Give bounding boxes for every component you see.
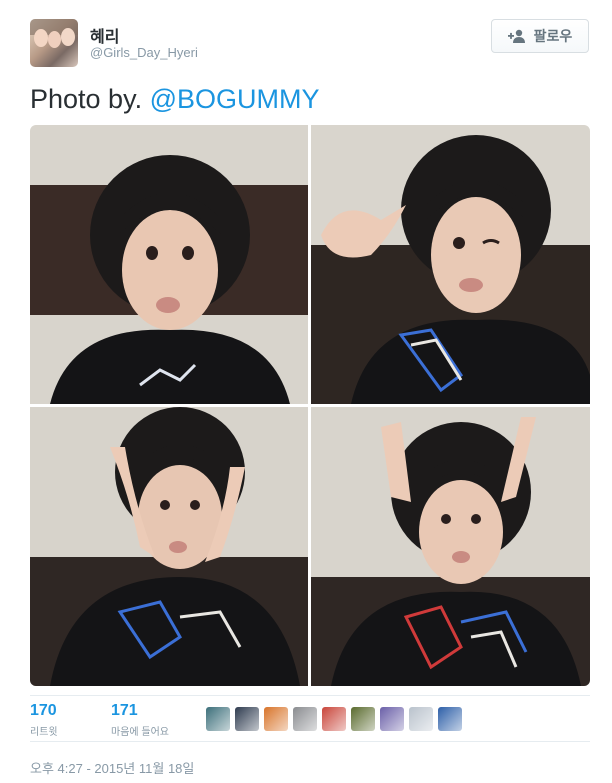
liker-avatar-6[interactable] [351,707,375,731]
liker-avatar-2[interactable] [235,707,259,731]
liker-avatar-8[interactable] [409,707,433,731]
photo-bottom-left[interactable] [30,407,308,686]
photo-grid [30,125,590,686]
tweet-text-prefix: Photo by. [30,84,143,114]
like-label: 마음에 들어요 [111,727,169,738]
user-handle[interactable]: @Girls_Day_Hyeri [90,45,198,60]
follow-button[interactable]: 팔로우 [491,19,589,53]
stats-divider-bottom [30,741,590,742]
like-stat[interactable]: 171 마음에 들어요 [111,702,169,738]
retweet-label: 리트윗 [30,727,58,738]
photo-top-left[interactable] [30,125,308,404]
retweet-count: 170 [30,702,57,719]
display-name[interactable]: 혜리 [90,23,119,47]
follow-label: 팔로우 [533,28,573,44]
tweet-text: Photo by. @BOGUMMY [30,84,320,115]
like-count: 171 [111,702,138,719]
liker-avatar-4[interactable] [293,707,317,731]
profile-avatar[interactable] [30,19,78,67]
liker-avatar-1[interactable] [206,707,230,731]
retweet-stat[interactable]: 170 리트윗 [30,702,58,738]
liker-avatar-7[interactable] [380,707,404,731]
photo-bottom-right[interactable] [311,407,590,686]
liker-avatar-3[interactable] [264,707,288,731]
liker-avatar-5[interactable] [322,707,346,731]
mention-link[interactable]: @BOGUMMY [150,84,320,114]
photo-top-right[interactable] [311,125,590,404]
add-user-icon [507,29,525,43]
tweet-timestamp[interactable]: 오후 4:27 - 2015년 11월 18일 [30,758,194,777]
stats-divider-top [30,695,590,696]
liker-avatar-9[interactable] [438,707,462,731]
